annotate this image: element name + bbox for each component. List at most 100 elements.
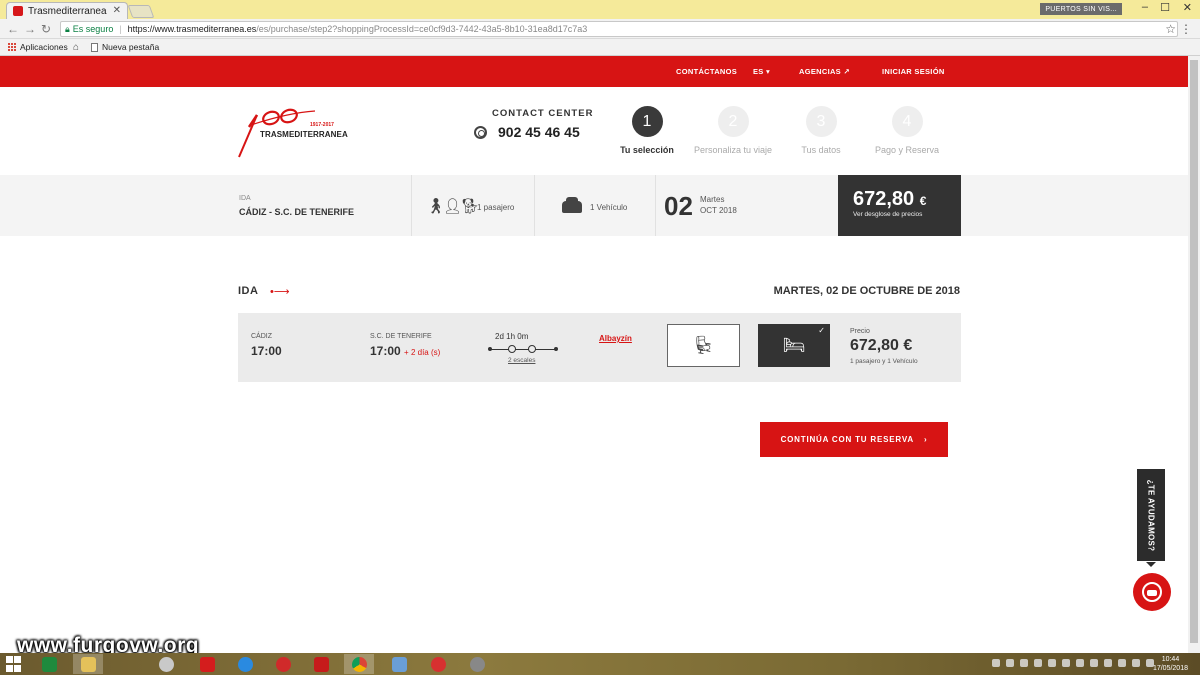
tray-icon[interactable] [1090,659,1098,667]
taskbar-app-icon[interactable] [151,654,181,674]
divider [534,175,535,236]
agencies-label: AGENCIAS [799,67,841,76]
step-label: Tus datos [801,145,841,155]
taskbar-excel-icon[interactable] [34,654,64,674]
step-label: Personaliza tu viaje [693,145,773,155]
apps-grid-icon [7,43,16,52]
step-number: 3 [805,106,837,137]
summary-price: 672,80 € [853,188,926,211]
trip-departure: 17:00 [251,344,282,358]
summary-month-year: OCT 2018 [700,206,737,215]
page-scrollbar[interactable] [1188,56,1200,653]
step-number: 1 [631,106,663,137]
trasmediterranea-logo[interactable]: 1917-2017 TRASMEDITERRANEA [237,105,348,160]
taskbar-app-icon[interactable] [268,654,298,674]
taskbar-clock[interactable]: 10:44 17/05/2018 [1153,655,1188,673]
booking-summary-bar: IDA CÁDIZ - S.C. DE TENERIFE 🚶︎👤︎🐕︎ 1 pa… [0,175,1188,236]
external-link-icon: ↗ [843,67,850,76]
arrow-right-icon: •⟶ [270,286,290,298]
summary-price-value: 672,80 [853,188,915,210]
tray-icon[interactable] [1034,659,1042,667]
taskbar-ie-icon[interactable] [230,654,260,674]
logo-brand: TRASMEDITERRANEA [260,130,348,139]
bookmark-apps[interactable]: Aplicaciones [7,42,68,52]
tray-icon[interactable] [1118,659,1126,667]
close-window-icon[interactable]: ✕ [1183,1,1192,14]
taskbar-chrome-icon[interactable] [344,654,374,674]
taskbar-app-icon[interactable] [423,654,453,674]
forward-icon[interactable]: → [24,22,36,36]
taskbar-app-icon[interactable] [462,654,492,674]
system-tray [992,659,1154,667]
nav-agencies-link[interactable]: AGENCIAS ↗ [799,67,850,76]
new-tab-button[interactable] [127,5,155,18]
minimize-icon[interactable]: – [1142,1,1148,13]
bookmark-new-tab[interactable]: Nueva pestaña [91,42,159,52]
nav-contact-link[interactable]: CONTÁCTANOS [676,67,737,76]
reload-icon[interactable]: ↻ [41,22,51,36]
tray-icon[interactable] [992,659,1000,667]
help-tab[interactable]: ¿TE AYUDAMOS? [1137,469,1165,567]
passengers-icon: 🚶︎👤︎🐕︎ [426,198,479,215]
profile-badge[interactable]: PUERTOS SIN VIS... [1040,3,1122,15]
continue-booking-button[interactable]: CONTINÚA CON TU RESERVA › [760,422,948,457]
close-tab-icon[interactable]: ✕ [113,5,121,16]
tray-icon[interactable] [1048,659,1056,667]
browser-tab[interactable]: Trasmediterranea ✕ [6,2,128,19]
clock-time: 10:44 [1161,656,1180,663]
support-agent-icon [1142,582,1162,602]
secure-label: Es seguro [72,24,114,34]
bookmark-star-icon[interactable]: ☆ [1165,22,1176,36]
cabin-option[interactable]: 🛏︎ ✓ [758,324,830,367]
step-3: 3 Tus datos [776,106,866,155]
seat-option[interactable]: 💺︎ [667,324,740,367]
browser-tab-strip: Trasmediterranea ✕ PUERTOS SIN VIS... – … [0,0,1200,19]
maximize-icon[interactable]: ☐ [1160,1,1170,14]
contact-center-title: CONTACT CENTER [492,108,594,119]
taskbar-app-icon[interactable] [192,654,222,674]
tray-icon[interactable] [1076,659,1084,667]
contact-center-phone[interactable]: 902 45 46 45 [498,124,580,140]
step-number: 4 [891,106,923,137]
trip-price-detail: 1 pasajero y 1 Vehículo [850,358,918,365]
trip-arrival: 17:00 [370,344,401,358]
tray-icon[interactable] [1062,659,1070,667]
trip-card[interactable]: CÁDIZ 17:00 S.C. DE TENERIFE 17:00 + 2 d… [238,313,961,382]
trip-stops-link[interactable]: 2 escales [508,357,535,364]
summary-vehicles: 1 Vehículo [590,203,628,212]
ship-name-link[interactable]: Albayzín [599,334,632,343]
clock-date: 17/05/2018 [1152,665,1188,672]
trip-arrival-plus: + 2 día (s) [404,348,441,357]
nav-language-selector[interactable]: ES ▾ [753,67,770,76]
tray-icon[interactable] [1132,659,1140,667]
windows-start-icon[interactable] [6,656,22,672]
summary-currency: € [919,194,927,208]
section-title: IDA [238,285,259,297]
url-input[interactable]: 🔒︎ Es seguro | https://www.trasmediterra… [60,21,1178,37]
car-icon [562,197,582,213]
tray-icon[interactable] [1006,659,1014,667]
bookmark-separator-icon: ⌂ [73,42,80,53]
back-icon[interactable]: ← [7,22,19,36]
tray-icon[interactable] [1020,659,1028,667]
price-breakdown-link[interactable]: Ver desglose de precios [853,211,922,218]
taskbar-explorer-icon[interactable] [73,654,103,674]
route-line-icon [488,345,558,354]
web-page: CONTÁCTANOS ES ▾ AGENCIAS ↗ INICIAR SESI… [0,56,1188,653]
chevron-right-icon: › [923,435,928,444]
help-chat-button[interactable] [1133,573,1171,611]
tray-icon[interactable] [1104,659,1112,667]
taskbar-app-icon[interactable] [384,654,414,674]
bookmark-label: Aplicaciones [20,42,68,52]
menu-icon[interactable]: ⋮ [1180,22,1192,36]
trip-arrival-time: 17:00 + 2 día (s) [370,344,440,358]
summary-route: CÁDIZ - S.C. DE TENERIFE [239,207,355,217]
taskbar-pdf-icon[interactable] [306,654,336,674]
summary-price-box[interactable]: 672,80 € Ver desglose de precios [838,175,961,236]
scrollbar-thumb[interactable] [1190,60,1198,643]
divider [655,175,656,236]
step-label: Tu selección [620,145,674,155]
step-2: 2 Personaliza tu viaje [688,106,778,155]
nav-login-link[interactable]: INICIAR SESIÓN [882,67,945,76]
summary-weekday: Martes [700,195,725,204]
